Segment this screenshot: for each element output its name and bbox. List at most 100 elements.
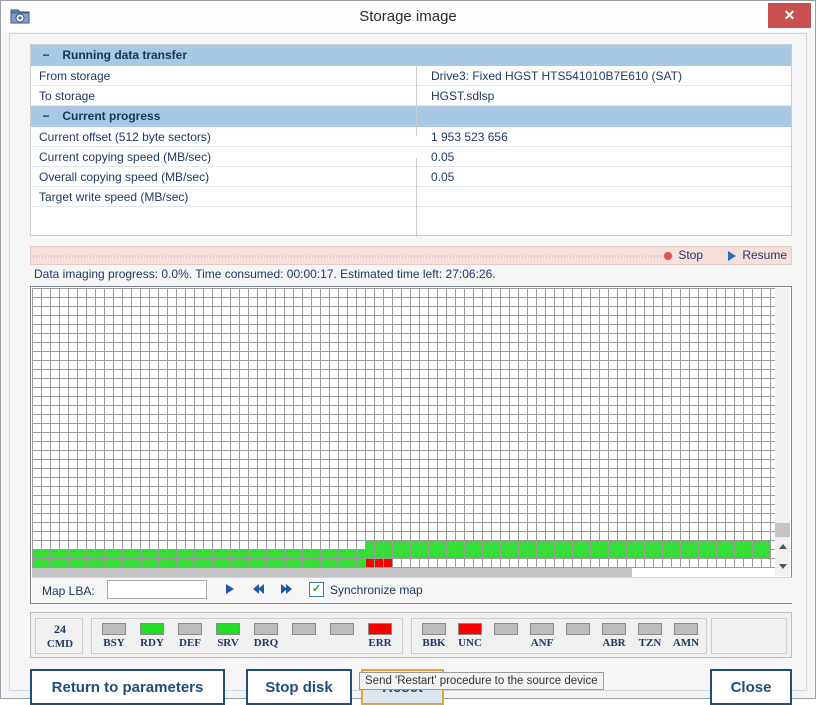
- status-flag: DEF: [172, 619, 208, 653]
- map-prev-button[interactable]: [250, 582, 266, 596]
- map-next-button[interactable]: [278, 582, 294, 596]
- map-cell: [60, 559, 68, 567]
- map-cell: [159, 559, 167, 567]
- map-cell: [645, 541, 653, 549]
- table-row: To storage HGST.sdlsp: [31, 86, 791, 106]
- map-cell: [42, 550, 50, 558]
- stop-button[interactable]: Stop: [664, 247, 703, 264]
- map-cell: [483, 541, 491, 549]
- status-flag-label: ANF: [530, 637, 554, 649]
- cmd-counter: 24 CMD: [35, 618, 83, 654]
- client-area: − Running data transfer From storage Dri…: [9, 33, 807, 705]
- map-cell: [636, 541, 644, 549]
- scroll-up-icon[interactable]: [775, 537, 790, 556]
- map-cell: [546, 541, 554, 549]
- map-cell: [42, 559, 50, 567]
- map-cell: [123, 550, 131, 558]
- table-row: Current copying speed (MB/sec) 0.05: [31, 147, 791, 167]
- collapse-icon[interactable]: −: [39, 106, 53, 127]
- group-header-current-progress[interactable]: − Current progress: [31, 106, 791, 127]
- scroll-down-icon[interactable]: [775, 557, 790, 576]
- map-cell: [321, 550, 329, 558]
- stop-icon: [664, 251, 673, 260]
- map-cell: [753, 541, 761, 549]
- map-cell: [339, 559, 347, 567]
- map-cell: [285, 559, 293, 567]
- map-cell: [690, 550, 698, 558]
- status-led: [330, 623, 354, 635]
- map-cell: [186, 559, 194, 567]
- map-cell: [105, 550, 113, 558]
- map-cell: [654, 550, 662, 558]
- map-cell: [600, 541, 608, 549]
- map-cell: [366, 559, 374, 567]
- map-cell: [762, 550, 770, 558]
- map-cell: [132, 559, 140, 567]
- status-led: [530, 623, 554, 635]
- status-flag: UNC: [452, 619, 488, 653]
- group-header-running-data-transfer[interactable]: − Running data transfer: [31, 45, 791, 66]
- status-led: [102, 623, 126, 635]
- stop-disk-button[interactable]: Stop disk: [246, 669, 352, 705]
- return-to-parameters-button[interactable]: Return to parameters: [30, 669, 225, 705]
- status-flag: [488, 619, 524, 653]
- map-cell: [429, 550, 437, 558]
- map-cell: [258, 559, 266, 567]
- map-lba-label: Map LBA:: [42, 584, 95, 598]
- map-cell: [618, 541, 626, 549]
- row-label: Current offset (512 byte sectors): [39, 130, 211, 144]
- map-cell: [708, 550, 716, 558]
- progress-fill: [33, 255, 673, 258]
- map-cell: [627, 550, 635, 558]
- map-cell: [528, 550, 536, 558]
- close-icon[interactable]: ✕: [768, 3, 811, 28]
- map-cell: [114, 550, 122, 558]
- close-button[interactable]: Close: [710, 669, 792, 705]
- status-flag: [324, 619, 360, 653]
- status-flag: [560, 619, 596, 653]
- map-toolbar: Map LBA: ✓ Synchronize map: [32, 577, 792, 603]
- map-cell: [591, 550, 599, 558]
- map-cell: [474, 541, 482, 549]
- map-cell: [177, 550, 185, 558]
- status-led: [674, 623, 698, 635]
- status-flag-label: ERR: [368, 637, 392, 649]
- resume-button[interactable]: Resume: [728, 247, 787, 264]
- map-cell: [294, 559, 302, 567]
- sector-map-canvas[interactable]: [32, 288, 776, 576]
- checkbox-box[interactable]: ✓: [309, 582, 324, 597]
- map-cell: [384, 559, 392, 567]
- map-cell: [609, 550, 617, 558]
- map-cell: [744, 550, 752, 558]
- map-cell: [303, 550, 311, 558]
- flag-group-status: BSY RDY DEF SRV DRQ ERR: [91, 618, 403, 654]
- sector-map-panel: Map LBA: ✓ Synchronize map: [30, 286, 792, 604]
- map-cell: [240, 550, 248, 558]
- map-vscrollbar-thumb[interactable]: [775, 523, 790, 537]
- row-label: Overall copying speed (MB/sec): [39, 170, 210, 184]
- status-flag: [286, 619, 322, 653]
- status-flag-label: DRQ: [253, 637, 279, 649]
- status-flag: ANF: [524, 619, 560, 653]
- table-row: Target write speed (MB/sec): [31, 187, 791, 207]
- map-cell: [303, 559, 311, 567]
- synchronize-map-checkbox[interactable]: ✓ Synchronize map: [309, 582, 423, 597]
- table-row: Overall copying speed (MB/sec) 0.05: [31, 167, 791, 187]
- stop-label: Stop: [678, 248, 703, 262]
- map-cell: [204, 550, 212, 558]
- map-cell: [447, 550, 455, 558]
- map-cell: [267, 550, 275, 558]
- map-cell: [168, 559, 176, 567]
- map-cell: [249, 550, 257, 558]
- reset-button-tooltip: Send 'Restart' procedure to the source d…: [359, 672, 604, 690]
- map-cell: [96, 559, 104, 567]
- map-lba-input[interactable]: [107, 580, 207, 599]
- map-hscrollbar-thumb[interactable]: [32, 568, 632, 577]
- map-cell: [375, 541, 383, 549]
- map-cell: [78, 559, 86, 567]
- status-flag: RDY: [134, 619, 170, 653]
- collapse-icon[interactable]: −: [39, 45, 53, 66]
- map-cell: [141, 550, 149, 558]
- status-led: [566, 623, 590, 635]
- map-goto-button[interactable]: [222, 582, 238, 596]
